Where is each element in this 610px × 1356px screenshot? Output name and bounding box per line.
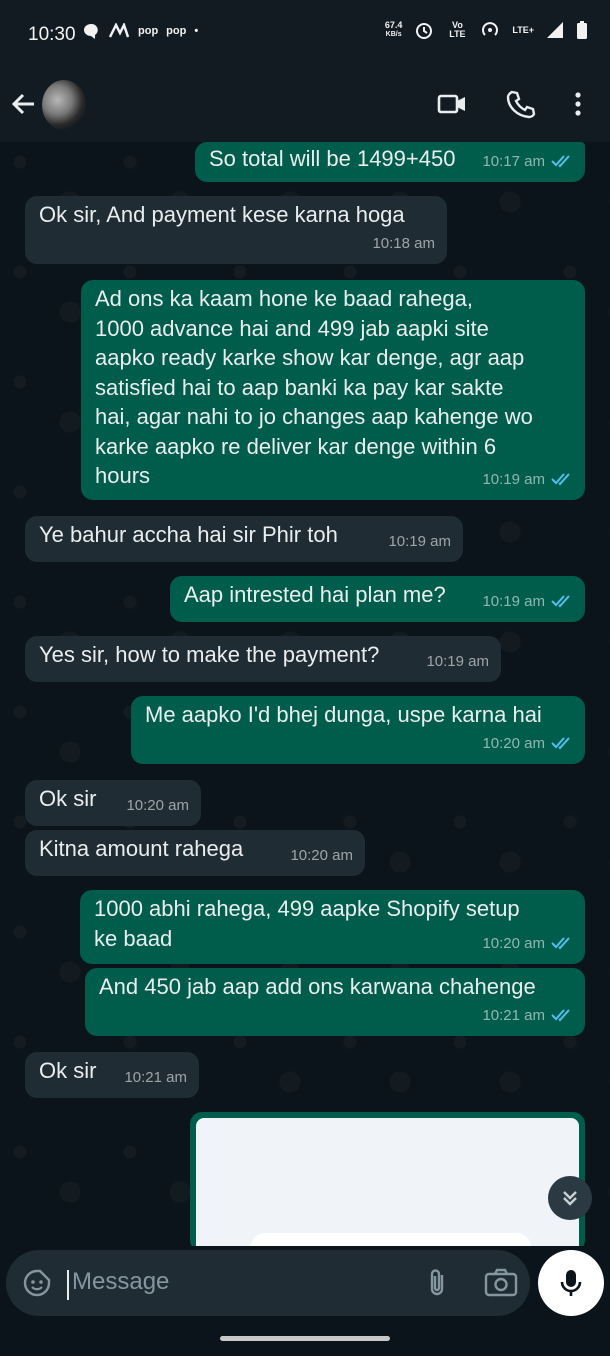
message-meta: 10:20 am [290, 841, 353, 871]
message-bubble-outgoing[interactable]: So total will be 1499+450 10:17 am [195, 142, 585, 182]
message-meta: 10:19 am [482, 465, 573, 495]
chat-header [0, 70, 610, 142]
message-bubble-outgoing[interactable]: 1000 abhi rahega, 499 aapke Shopify setu… [80, 890, 585, 964]
message-bubble-incoming[interactable]: Kitna amount rahega 10:20 am [25, 830, 365, 876]
paperclip-icon[interactable] [420, 1266, 454, 1300]
message-time: 10:20 am [482, 734, 545, 752]
read-ticks-icon [551, 737, 570, 750]
message-text: Ad ons ka kaam hone ke baad rahega, 1000… [95, 286, 533, 488]
message-input-container[interactable]: Message [6, 1250, 530, 1316]
notification-icons: pop pop • [82, 22, 198, 40]
message-meta: 10:18 am [372, 229, 435, 259]
message-time: 10:20 am [126, 796, 189, 814]
alarm-icon [416, 23, 433, 39]
message-meta: 10:20 am [126, 791, 189, 821]
status-right: 67.4 KB/s Vo LTE LTE+ [385, 20, 588, 40]
image-thumbnail [196, 1118, 579, 1246]
image-content [251, 1233, 531, 1246]
video-call-icon[interactable] [436, 88, 468, 120]
message-text: And 450 jab aap add ons karwana chahenge [99, 974, 536, 999]
status-time: 10:30 [28, 24, 76, 45]
message-input[interactable]: Message [72, 1268, 169, 1296]
message-bubble-outgoing[interactable]: Me aapko I'd bhej dunga, uspe karna hai … [131, 696, 585, 764]
camera-icon[interactable] [484, 1268, 518, 1298]
more-vert-icon[interactable] [562, 88, 594, 120]
message-time: 10:20 am [482, 934, 545, 952]
text-caret [67, 1270, 69, 1300]
read-ticks-icon [551, 1009, 570, 1022]
home-indicator[interactable] [220, 1336, 390, 1341]
read-ticks-icon [551, 473, 570, 486]
message-bubble-incoming[interactable]: Ok sir 10:21 am [25, 1052, 199, 1098]
message-meta: 10:19 am [388, 527, 451, 557]
message-text: Ok sir, And payment kese karna hoga [39, 202, 405, 227]
message-meta: 10:17 am [482, 147, 573, 177]
message-time: 10:17 am [482, 152, 545, 170]
message-meta: 10:20 am [482, 929, 573, 959]
arrow-left-icon[interactable] [8, 88, 40, 120]
message-time: 10:18 am [372, 234, 435, 252]
microphone-icon [560, 1270, 582, 1296]
message-time: 10:19 am [482, 592, 545, 610]
message-time: 10:21 am [482, 1006, 545, 1024]
message-bubble-outgoing[interactable]: And 450 jab aap add ons karwana chahenge… [85, 968, 585, 1036]
message-meta: 10:21 am [482, 1001, 573, 1031]
hotspot-icon [482, 22, 499, 36]
read-ticks-icon [551, 155, 570, 168]
message-meta: 10:20 am [482, 729, 573, 759]
signal-icon [547, 22, 563, 38]
message-bubble-outgoing[interactable]: Aap intrested hai plan me? 10:19 am [170, 576, 585, 622]
message-list[interactable]: So total will be 1499+450 10:17 am Ok si… [0, 142, 610, 1246]
read-ticks-icon [551, 937, 570, 950]
notification-badge: pop [166, 25, 187, 37]
composer-bar: Message [0, 1246, 610, 1356]
message-time: 10:19 am [388, 532, 451, 550]
battery-icon [577, 21, 587, 39]
chat-bubble-icon [84, 23, 98, 39]
message-bubble-incoming[interactable]: Ok sir, And payment kese karna hoga 10:1… [25, 196, 447, 264]
scroll-to-bottom-button[interactable] [548, 1176, 592, 1220]
message-bubble-incoming[interactable]: Ye bahur accha hai sir Phir toh 10:19 am [25, 516, 463, 562]
speed-unit: KB/s [385, 31, 402, 38]
image-message-preview[interactable] [190, 1112, 585, 1246]
sticker-icon[interactable] [22, 1268, 52, 1298]
message-time: 10:19 am [482, 470, 545, 488]
message-meta: 10:19 am [482, 587, 573, 617]
message-bubble-incoming[interactable]: Yes sir, how to make the payment? 10:19 … [25, 636, 501, 682]
message-meta: 10:21 am [124, 1063, 187, 1093]
status-bar: 10:30 pop pop • 67.4 KB/s Vo LTE LTE+ [0, 0, 610, 70]
message-time: 10:19 am [426, 652, 489, 670]
app-logo-icon [108, 23, 130, 38]
message-meta: 10:19 am [426, 647, 489, 677]
notification-badge: pop [138, 25, 159, 37]
message-text: Yes sir, how to make the payment? [39, 642, 380, 667]
message-text: Me aapko I'd bhej dunga, uspe karna hai [145, 702, 542, 727]
volte-icon: Vo LTE [449, 20, 466, 39]
message-bubble-outgoing[interactable]: Ad ons ka kaam hone ke baad rahega, 1000… [81, 280, 585, 500]
contact-avatar[interactable] [42, 80, 86, 130]
read-ticks-icon [551, 595, 570, 608]
message-time: 10:20 am [290, 846, 353, 864]
lte-plus-icon: LTE+ [512, 24, 534, 35]
chevrons-down-icon [563, 1191, 577, 1206]
speed-value: 67.4 [384, 20, 403, 30]
message-bubble-incoming[interactable]: Ok sir 10:20 am [25, 780, 201, 826]
network-speed: 67.4 KB/s [385, 21, 403, 39]
more-notifications-dot: • [194, 25, 199, 37]
voice-message-button[interactable] [538, 1250, 604, 1316]
phone-icon[interactable] [504, 88, 536, 120]
message-time: 10:21 am [124, 1068, 187, 1086]
